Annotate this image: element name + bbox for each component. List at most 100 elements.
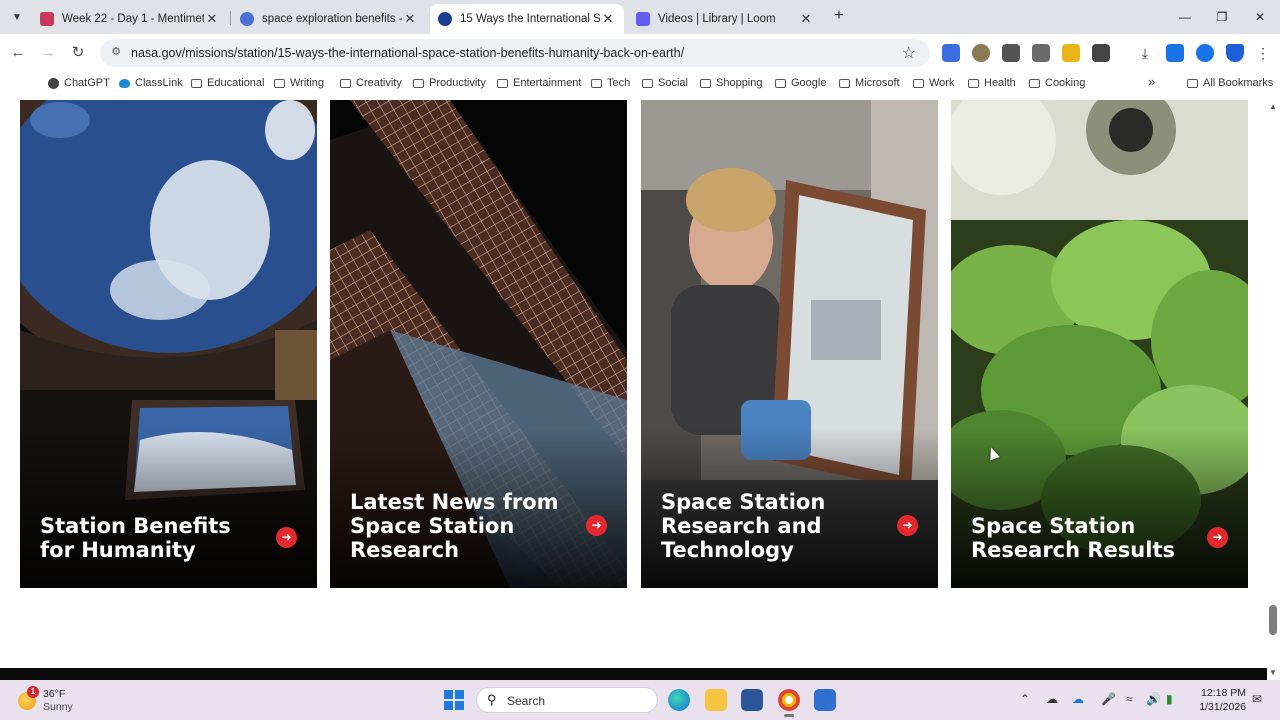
bookmark-folder-writing[interactable]: Writing [274,75,324,91]
weather-widget[interactable]: 1 36°F Sunny [16,686,106,714]
scroll-up-arrow-icon[interactable]: ▲ [1269,102,1277,111]
card-title[interactable]: Station Benefits for Humanity [40,514,270,562]
notification-badge: 1 [27,686,39,698]
card-title[interactable]: Space Station Research Results [971,514,1201,562]
bookmark-folder-social[interactable]: Social [642,75,688,91]
cloud-icon[interactable]: ☁ [1046,692,1058,706]
settings-gear-icon[interactable] [814,689,836,711]
clock-time: 12:18 PM [1201,687,1246,699]
bookmark-classlink[interactable]: ClassLink [119,75,183,91]
battery-icon[interactable]: ▮ [1166,692,1173,706]
folder-icon [413,78,424,88]
extension-globe-icon[interactable] [972,44,990,62]
page-scrollbar[interactable]: ▲ ▼ [1267,100,1280,680]
weather-temperature: 36°F [43,688,66,700]
edge-browser-icon[interactable] [668,689,690,711]
bookmark-folder-tech[interactable]: Tech [591,75,630,91]
extension-pen-icon[interactable] [1062,44,1080,62]
file-explorer-icon[interactable] [705,689,727,711]
weather-condition: Sunny [43,701,73,713]
extension-shield-icon[interactable] [942,44,960,62]
bookmark-folder-creativity[interactable]: Creativity [340,75,402,91]
folder-icon [191,78,202,88]
tab-nasa[interactable]: 15 Ways the International Spac ✕ [430,4,624,34]
extension-video-icon[interactable] [1032,44,1050,62]
arrow-right-icon[interactable]: ➜ [276,527,297,548]
bookmark-folder-cooking[interactable]: Cooking [1029,75,1085,91]
side-panel-icon[interactable] [1166,44,1184,62]
address-bar[interactable]: ⚙ nasa.gov/missions/station/15-ways-the-… [100,39,930,67]
minimize-icon[interactable]: — [1170,6,1200,28]
bookmark-chatgpt[interactable]: ChatGPT [48,75,110,91]
back-arrow-icon[interactable]: ← [7,42,29,64]
tab-strip: ▼ Week 22 - Day 1 - Mentimeter ✕ space e… [0,0,1280,34]
close-window-icon[interactable]: ✕ [1245,6,1275,28]
onedrive-icon[interactable]: ☁ [1072,692,1084,706]
close-tab-icon[interactable]: ✕ [600,11,616,27]
bookmark-folder-shopping[interactable]: Shopping [700,75,763,91]
folder-icon [1187,78,1198,88]
extension-reader-icon[interactable] [1002,44,1020,62]
volume-icon[interactable]: 🔊 [1146,692,1161,706]
folder-icon [700,78,711,88]
windows-start-icon[interactable] [444,690,464,710]
tab-mentimeter[interactable]: Week 22 - Day 1 - Mentimeter ✕ [32,4,228,34]
tab-title: Week 22 - Day 1 - Mentimeter [62,13,204,25]
show-hidden-icons-chevron-icon[interactable]: ⌃ [1020,692,1030,706]
bookmark-folder-microsoft[interactable]: Microsoft [839,75,900,91]
extensions-puzzle-icon[interactable] [1092,44,1110,62]
scrollbar-thumb[interactable] [1269,605,1277,635]
bookmark-folder-work[interactable]: Work [913,75,954,91]
nasa-favicon-icon [438,12,452,26]
bookmark-folder-health[interactable]: Health [968,75,1016,91]
system-clock[interactable]: 12:18 PM 1/31/2026 [1196,686,1246,714]
reload-icon[interactable]: ↻ [67,42,89,64]
bookmarks-bar: ChatGPT ClassLink Educational Writing Cr… [0,72,1280,94]
tab-search[interactable]: space exploration benefits - Se ✕ [232,4,426,34]
close-tab-icon[interactable]: ✕ [402,11,418,27]
card-research-results[interactable]: Space Station Research Results ➜ [951,100,1248,588]
notifications-bell-icon[interactable]: ✉ [1252,692,1262,706]
arrow-right-icon[interactable]: ➜ [1207,527,1228,548]
page-footer-edge [0,668,1267,680]
chatgpt-icon [48,77,59,89]
restore-icon[interactable]: ❐ [1207,6,1237,28]
all-bookmarks-button[interactable]: All Bookmarks [1187,75,1273,91]
card-title[interactable]: Latest News from Space Station Research [350,490,580,562]
chrome-icon[interactable] [778,689,800,717]
scroll-down-arrow-icon[interactable]: ▼ [1269,668,1277,677]
forward-arrow-icon[interactable]: → [37,42,59,64]
menu-kebab-icon[interactable]: ⋮ [1254,44,1272,62]
tab-search-chevron-icon[interactable]: ▼ [6,6,28,28]
bookmark-folder-productivity[interactable]: Productivity [413,75,486,91]
bookmark-folder-educational[interactable]: Educational [191,75,265,91]
more-bookmarks-chevron-icon[interactable]: » [1148,74,1155,89]
vpn-shield-icon[interactable] [1226,44,1244,62]
microphone-icon[interactable]: 🎤 [1101,692,1116,706]
arrow-right-icon[interactable]: ➜ [897,515,918,536]
bookmark-folder-entertainment[interactable]: Entertainment [497,75,581,91]
site-info-icon[interactable]: ⚙ [108,45,124,61]
arrow-right-icon[interactable]: ➜ [586,515,607,536]
profile-avatar-icon[interactable] [1196,44,1214,62]
word-icon[interactable] [741,689,763,711]
bookmark-star-icon[interactable]: ☆ [902,43,916,63]
card-station-benefits[interactable]: Station Benefits for Humanity ➜ [20,100,317,588]
card-research-technology[interactable]: Space Station Research and Technology ➜ [641,100,938,588]
close-tab-icon[interactable]: ✕ [798,11,814,27]
caption-gradient [20,428,317,588]
bookmark-folder-google[interactable]: Google [775,75,826,91]
card-latest-news[interactable]: Latest News from Space Station Research … [330,100,627,588]
tab-loom[interactable]: Videos | Library | Loom ✕ [628,4,822,34]
folder-icon [274,78,285,88]
card-title[interactable]: Space Station Research and Technology [661,490,891,562]
web-page: Station Benefits for Humanity ➜ Latest N… [0,100,1267,668]
taskbar-search[interactable]: ⚲ Search [476,687,658,713]
url-text[interactable]: nasa.gov/missions/station/15-ways-the-in… [131,46,684,60]
close-tab-icon[interactable]: ✕ [204,11,220,27]
clock-date: 1/31/2026 [1199,701,1246,713]
new-tab-plus-icon[interactable]: + [830,8,848,26]
folder-icon [497,78,508,88]
download-icon[interactable]: ⤓ [1136,44,1154,62]
wifi-icon[interactable]: ≈ [1126,692,1133,706]
